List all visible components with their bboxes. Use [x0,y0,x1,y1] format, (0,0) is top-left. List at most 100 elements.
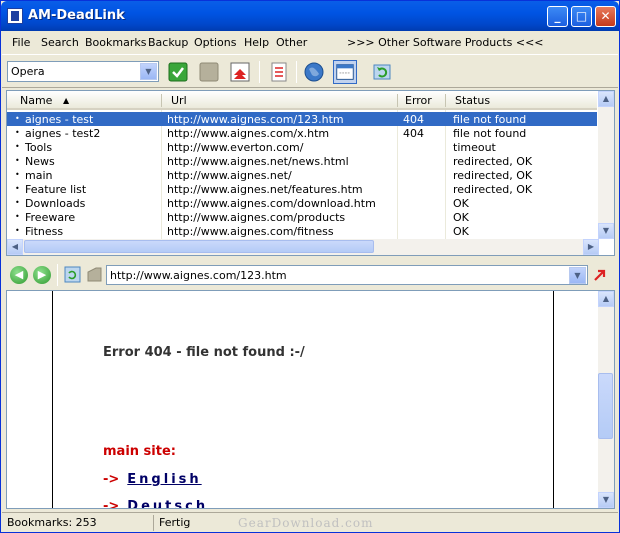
cell-name: Downloads [25,197,86,210]
watermark-text: GearDownload.com [238,516,374,530]
refresh-icon[interactable] [370,60,394,84]
column-url[interactable]: Url [171,94,187,107]
table-row[interactable]: • Fitness http://www.aignes.com/fitness OK [7,224,597,238]
forward-icon[interactable]: ▶ [33,266,51,284]
toolbar-separator [296,61,297,83]
check-icon[interactable] [166,60,190,84]
table-row[interactable]: • Freeware http://www.aignes.com/products O… [7,210,597,224]
cell-url: http://www.aignes.com/x.htm [167,127,330,140]
app-window: AM-DeadLink _ □ ✕ File Search Bookmarks … [0,0,620,533]
address-value: http://www.aignes.com/123.htm [110,269,287,282]
menu-options[interactable]: Options [194,36,236,49]
bullet-icon: • [15,142,20,151]
reload-icon[interactable] [64,266,81,283]
column-status[interactable]: Status [455,94,490,107]
scroll-right-icon[interactable]: ▶ [583,239,599,255]
column-divider [445,94,446,107]
list-header: Name ▲ Url Error Status [7,91,597,110]
table-row[interactable]: • Feature list http://www.aignes.net/featu… [7,182,597,196]
table-row[interactable]: • main http://www.aignes.net/redirected, O… [7,168,597,182]
bookmark-count: Bookmarks: 253 [4,515,154,531]
list-horizontal-scrollbar[interactable]: ◀ ▶ [7,239,599,255]
cell-name: aignes - test2 [25,127,101,140]
toolbar-separator [57,264,58,286]
table-row[interactable]: • Downloads http://www.aignes.com/download… [7,196,597,210]
browser-pane[interactable]: Error 404 - file not found :-/ main site… [6,290,615,509]
import-icon[interactable] [228,60,252,84]
menu-bookmarks[interactable]: Bookmarks [85,36,146,49]
menu-bar: File Search Bookmarks Backup Options Hel… [2,32,618,53]
table-row[interactable]: • aignes - test2 http://www.aignes.com/x.h… [7,126,597,140]
window-icon[interactable] [333,60,357,84]
window-title: AM-DeadLink [28,8,125,23]
scroll-thumb[interactable] [24,240,374,253]
stop-icon[interactable] [197,60,221,84]
bookmark-list[interactable]: Name ▲ Url Error Status • aignes - test ht… [6,90,615,256]
go-arrow-icon[interactable] [592,267,608,283]
bullet-icon: • [15,226,20,235]
bullet-icon: • [15,184,20,193]
scroll-down-icon[interactable]: ▼ [598,223,614,239]
table-row[interactable]: • aignes - test http://www.aignes.com/123.… [7,112,597,126]
column-divider [161,94,162,107]
browser-vertical-scrollbar[interactable]: ▲ ▼ [598,291,614,508]
arrow-text: -> [103,472,120,487]
address-dropdown-icon[interactable]: ▼ [569,267,586,284]
english-link[interactable]: English [127,472,201,487]
deutsch-link[interactable]: Deutsch [127,499,208,508]
cell-status: redirected, OK [453,155,533,168]
scroll-down-icon[interactable]: ▼ [598,492,614,508]
column-name[interactable]: Name [20,94,52,107]
cell-name: main [25,169,53,182]
scroll-up-icon[interactable]: ▲ [598,91,614,107]
column-divider [397,94,398,107]
column-error[interactable]: Error [405,94,432,107]
bullet-icon: • [15,128,20,137]
scroll-up-icon[interactable]: ▲ [598,291,614,307]
toolbar-separator [259,61,260,83]
cell-url: http://www.aignes.net/ [167,169,292,182]
menu-other[interactable]: Other [276,36,307,49]
bullet-icon: • [15,156,20,165]
globe-icon[interactable] [302,60,326,84]
cell-status: redirected, OK [453,183,533,196]
app-icon [7,8,23,24]
cell-name: Freeware [25,211,76,224]
browser-select-value: Opera [11,65,45,78]
menu-search[interactable]: Search [41,36,79,49]
table-row[interactable]: • Tools http://www.everton.com/timeout [7,140,597,154]
cell-status: file not found [453,127,527,140]
cell-status: OK [453,197,469,210]
bullet-icon: • [15,212,20,221]
menu-file[interactable]: File [12,36,30,49]
arrow-text: -> [103,499,120,509]
cell-url: http://www.aignes.com/products [167,211,346,224]
scroll-thumb[interactable] [598,373,613,439]
back-icon[interactable]: ◀ [10,266,28,284]
bullet-icon: • [15,114,20,123]
cell-status: file not found [453,113,527,126]
menu-help[interactable]: Help [244,36,269,49]
page-stop-icon[interactable] [86,266,103,283]
menu-other-products[interactable]: >>> Other Software Products <<< [347,36,544,49]
maximize-button[interactable]: □ [571,6,592,27]
list-vertical-scrollbar[interactable]: ▲ ▼ [598,91,614,239]
menu-backup[interactable]: Backup [148,36,188,49]
browser-select[interactable]: Opera ▼ [7,61,159,82]
title-bar[interactable]: AM-DeadLink _ □ ✕ [1,1,619,31]
list-icon[interactable] [267,60,291,84]
page-content: Error 404 - file not found :-/ main site… [52,291,554,509]
close-button[interactable]: ✕ [595,6,616,27]
address-bar[interactable]: http://www.aignes.com/123.htm ▼ [106,265,588,285]
lang-line-deutsch: -> Deutsch [103,499,208,509]
scroll-left-icon[interactable]: ◀ [7,239,23,255]
chevron-down-icon[interactable]: ▼ [140,63,157,80]
cell-status: redirected, OK [453,169,533,182]
cell-name: aignes - test [25,113,94,126]
minimize-button[interactable]: _ [547,6,568,27]
error-message: Error 404 - file not found :-/ [103,345,305,360]
table-row[interactable]: • News http://www.aignes.net/news.html redi… [7,154,597,168]
bullet-icon: • [15,170,20,179]
cell-status: timeout [453,141,496,154]
status-state: Fertig [159,516,191,529]
